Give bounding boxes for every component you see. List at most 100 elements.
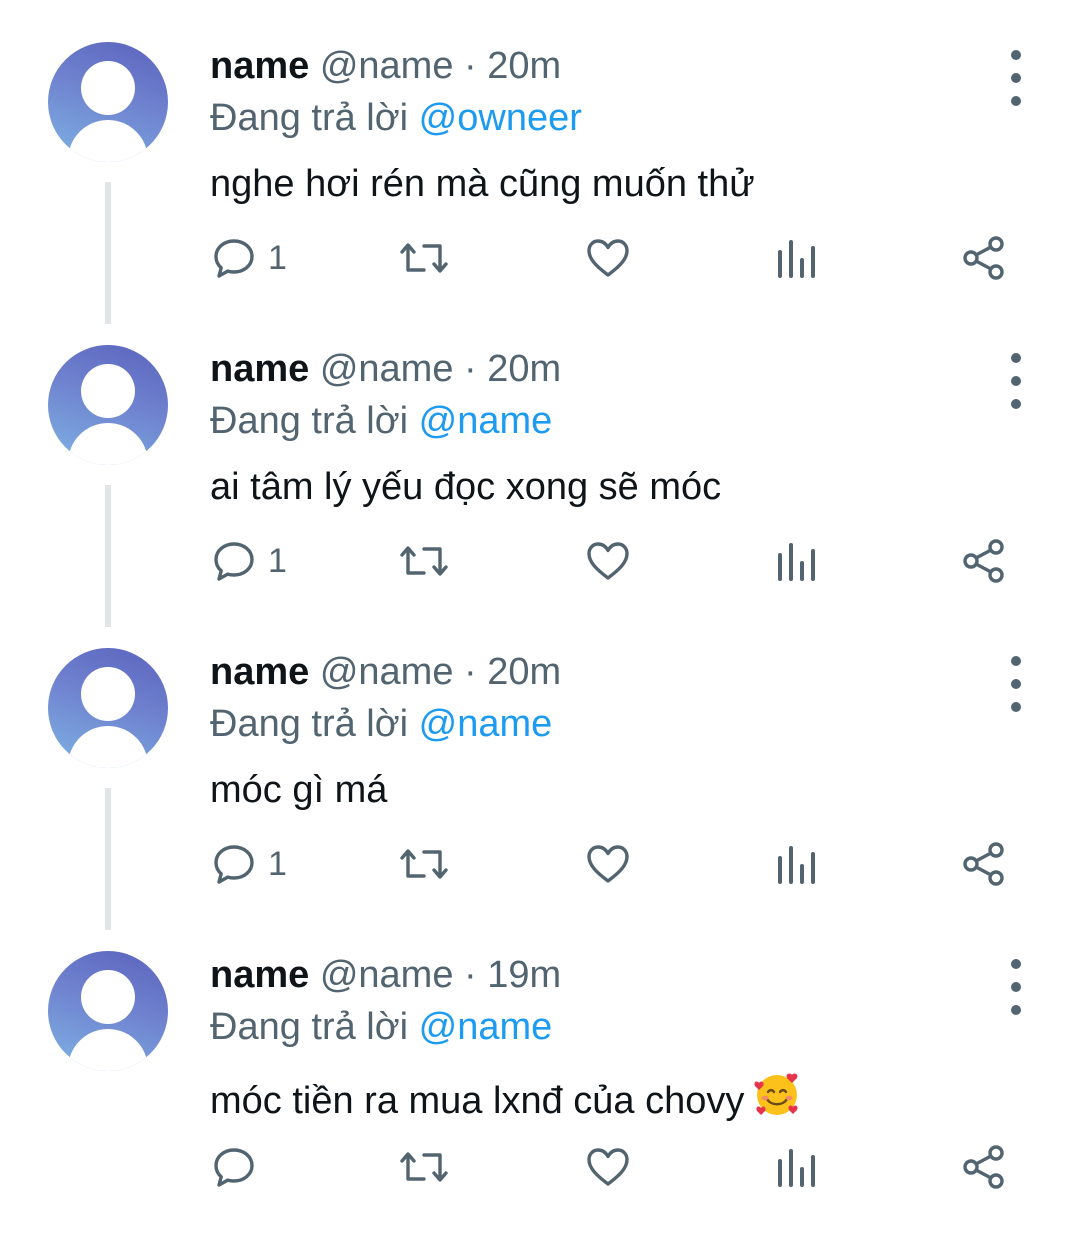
reply-icon	[214, 239, 254, 278]
reply-count: 1	[268, 238, 287, 277]
retweet-icon	[400, 849, 448, 879]
replying-to-label: Đang trả lời	[210, 703, 409, 745]
reply-count: 1	[268, 541, 287, 580]
thread-line	[105, 788, 111, 930]
retweet-icon	[400, 1152, 448, 1182]
replying-to-label: Đang trả lời	[210, 97, 409, 139]
like-button[interactable]	[584, 228, 632, 288]
tweet-actions	[210, 1137, 1030, 1197]
views-button[interactable]	[774, 834, 818, 894]
replying-to-label: Đang trả lời	[210, 1006, 409, 1048]
reply-button[interactable]	[210, 1137, 268, 1197]
like-button[interactable]	[584, 834, 632, 894]
views-icon	[778, 240, 815, 278]
share-icon	[963, 1145, 1004, 1189]
reply-icon	[214, 542, 254, 581]
heart-icon	[587, 845, 629, 883]
tweet-text: móc tiền ra mua lxnđ của chovy	[210, 1069, 802, 1125]
reply-button[interactable]: 1	[210, 531, 287, 591]
replying-to: Đang trả lời @name	[210, 397, 552, 445]
share-button[interactable]	[960, 531, 1008, 591]
tweet-text: nghe hơi rén mà cũng muốn thử	[210, 163, 755, 205]
reply-button[interactable]: 1	[210, 228, 287, 288]
separator-dot: ·	[464, 954, 477, 996]
tweet-actions: 1	[210, 834, 1030, 894]
retweet-icon	[400, 546, 448, 576]
retweet-button[interactable]	[398, 834, 450, 894]
timestamp[interactable]: 20m	[487, 348, 561, 390]
replying-to: Đang trả lời @name	[210, 1003, 552, 1051]
tweet[interactable]: name @name · 20m Đang trả lời @name móc …	[0, 636, 1080, 939]
more-options-button[interactable]	[996, 351, 1036, 411]
retweet-button[interactable]	[398, 228, 450, 288]
share-button[interactable]	[960, 1137, 1008, 1197]
replying-to: Đang trả lời @owneer	[210, 94, 582, 142]
views-icon	[778, 846, 815, 884]
mention-link[interactable]: @name	[419, 1006, 553, 1048]
separator-dot: ·	[464, 348, 477, 390]
tweet[interactable]: name @name · 19m Đang trả lời @name móc …	[0, 939, 1080, 1242]
share-button[interactable]	[960, 228, 1008, 288]
avatar[interactable]	[48, 648, 168, 768]
tweet-header: name @name · 20m	[210, 648, 561, 696]
tweet-text-content: móc tiền ra mua lxnđ của chovy	[210, 1080, 745, 1122]
reply-icon	[214, 845, 254, 884]
separator-dot: ·	[464, 651, 477, 693]
like-button[interactable]	[584, 531, 632, 591]
mention-link[interactable]: @owneer	[419, 97, 582, 139]
avatar[interactable]	[48, 42, 168, 162]
user-handle[interactable]: @name	[320, 954, 454, 996]
share-button[interactable]	[960, 834, 1008, 894]
mention-link[interactable]: @name	[419, 400, 553, 442]
heart-icon	[587, 1148, 629, 1186]
reply-button[interactable]: 1	[210, 834, 287, 894]
heart-icon	[587, 542, 629, 580]
views-button[interactable]	[774, 1137, 818, 1197]
display-name[interactable]: name	[210, 651, 309, 693]
views-icon	[778, 1149, 815, 1187]
tweet-header: name @name · 20m	[210, 345, 561, 393]
thread-line	[105, 182, 111, 324]
replying-to: Đang trả lời @name	[210, 700, 552, 748]
tweet-actions: 1	[210, 531, 1030, 591]
views-button[interactable]	[774, 228, 818, 288]
user-handle[interactable]: @name	[320, 348, 454, 390]
more-options-button[interactable]	[996, 957, 1036, 1017]
display-name[interactable]: name	[210, 348, 309, 390]
retweet-button[interactable]	[398, 1137, 450, 1197]
retweet-button[interactable]	[398, 531, 450, 591]
separator-dot: ·	[464, 45, 477, 87]
smiling-face-with-hearts-icon	[754, 1073, 798, 1115]
timestamp[interactable]: 20m	[487, 45, 561, 87]
tweet-text: ai tâm lý yếu đọc xong sẽ móc	[210, 466, 722, 508]
tweet[interactable]: name @name · 20m Đang trả lời @owneer ng…	[0, 30, 1080, 333]
thread-line	[105, 485, 111, 627]
avatar[interactable]	[48, 345, 168, 465]
tweet-actions: 1	[210, 228, 1030, 288]
mention-link[interactable]: @name	[419, 703, 553, 745]
user-handle[interactable]: @name	[320, 45, 454, 87]
display-name[interactable]: name	[210, 45, 309, 87]
tweet-header: name @name · 19m	[210, 951, 561, 999]
avatar[interactable]	[48, 951, 168, 1071]
views-icon	[778, 543, 815, 581]
tweet[interactable]: name @name · 20m Đang trả lời @name ai t…	[0, 333, 1080, 636]
timestamp[interactable]: 19m	[487, 954, 561, 996]
heart-icon	[587, 239, 629, 277]
more-options-button[interactable]	[996, 654, 1036, 714]
share-icon	[963, 539, 1004, 583]
views-button[interactable]	[774, 531, 818, 591]
user-handle[interactable]: @name	[320, 651, 454, 693]
like-button[interactable]	[584, 1137, 632, 1197]
reply-icon	[214, 1148, 254, 1187]
timestamp[interactable]: 20m	[487, 651, 561, 693]
share-icon	[963, 236, 1004, 280]
tweet-header: name @name · 20m	[210, 42, 561, 90]
tweet-text: móc gì má	[210, 769, 388, 811]
replying-to-label: Đang trả lời	[210, 400, 409, 442]
more-options-button[interactable]	[996, 48, 1036, 108]
share-icon	[963, 842, 1004, 886]
retweet-icon	[400, 243, 448, 273]
reply-count: 1	[268, 844, 287, 883]
display-name[interactable]: name	[210, 954, 309, 996]
